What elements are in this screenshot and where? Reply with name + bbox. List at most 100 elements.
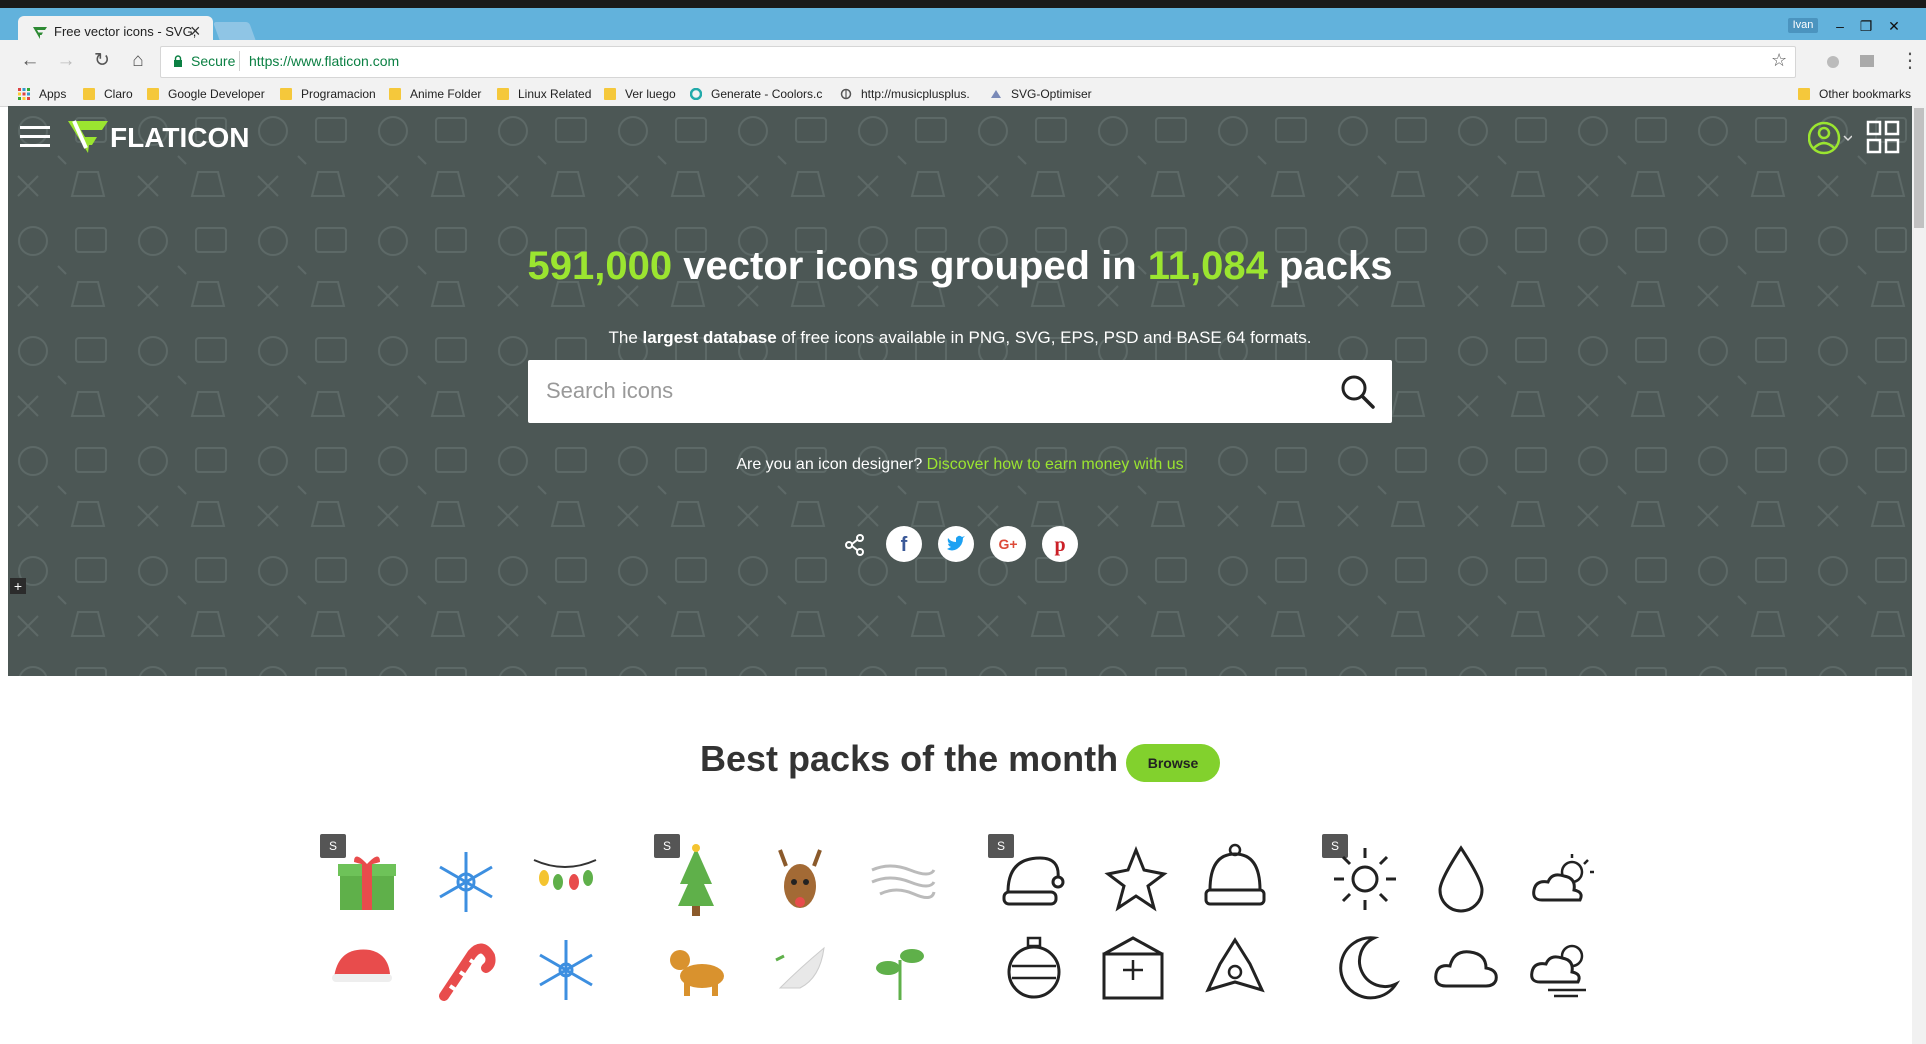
user-account-icon[interactable] <box>1808 120 1852 156</box>
home-icon[interactable]: ⌂ <box>126 50 150 72</box>
omnibox[interactable]: Secure https://www.flaticon.com ☆ <box>160 46 1796 78</box>
pinterest-share-button[interactable]: p <box>1042 526 1078 562</box>
bauble-icon[interactable] <box>1004 932 1064 1002</box>
coolors-icon <box>690 88 702 100</box>
headline-end: packs <box>1267 244 1393 288</box>
christmas-card-icon[interactable] <box>1100 934 1166 1002</box>
extension-cloud-icon[interactable] <box>1824 52 1842 70</box>
bookmark-apps[interactable]: Apps <box>18 82 66 106</box>
svg-optimiser-icon <box>991 90 1001 98</box>
bookmark-musicplusplus[interactable]: http://musicplusplus. <box>840 82 970 106</box>
partly-cloudy-icon[interactable] <box>1528 850 1598 910</box>
designer-prompt: Are you an icon designer? Discover how t… <box>8 456 1912 474</box>
scrollbar-thumb[interactable] <box>1914 108 1924 228</box>
address-bar-row: ← → ↻ ⌂ Secure https://www.flaticon.com … <box>0 40 1926 82</box>
bookmark-label: Anime Folder <box>410 87 482 101</box>
bookmark-folder-linux[interactable]: Linux Related <box>497 82 591 106</box>
reindeer-icon[interactable] <box>766 846 834 916</box>
bookmark-label: Google Developer <box>168 87 265 101</box>
earn-money-link[interactable]: Discover how to earn money with us <box>927 456 1184 473</box>
svg-text:p: p <box>1054 534 1065 556</box>
snowflake-icon[interactable] <box>534 938 598 1002</box>
extension-photo-icon[interactable] <box>1858 52 1876 70</box>
bookmark-folder-claro[interactable]: Claro <box>83 82 133 106</box>
bookmark-folder-google-developer[interactable]: Google Developer <box>147 82 265 106</box>
dove-icon[interactable] <box>770 938 834 1002</box>
flaticon-favicon-icon <box>33 27 47 39</box>
christmas-tree-icon[interactable] <box>676 844 716 918</box>
url-text[interactable]: https://www.flaticon.com <box>249 53 399 69</box>
cloudy-day-icon[interactable] <box>1528 934 1598 1000</box>
bookmark-star-icon[interactable]: ☆ <box>1771 50 1787 71</box>
folder-icon <box>83 88 95 100</box>
candy-cane-icon[interactable] <box>432 938 496 1002</box>
pack-count: 11,084 <box>1147 244 1268 288</box>
google-plus-icon: G+ <box>998 536 1017 552</box>
back-arrow-icon[interactable]: ← <box>18 50 42 72</box>
minimize-button[interactable]: – <box>1826 16 1854 36</box>
bookmark-label: Other bookmarks <box>1819 87 1912 101</box>
bookmark-folder-anime[interactable]: Anime Folder <box>389 82 481 106</box>
expand-plus-button[interactable]: + <box>10 578 26 594</box>
folder-icon <box>604 88 616 100</box>
santa-hat-icon[interactable] <box>330 944 394 988</box>
bookmark-other[interactable]: Other bookmarks <box>1798 82 1911 106</box>
plant-sprout-icon[interactable] <box>870 938 930 1002</box>
gift-icon[interactable] <box>336 850 398 912</box>
pinterest-icon: p <box>1054 534 1065 556</box>
close-window-button[interactable]: ✕ <box>1880 16 1908 36</box>
tab-close-icon[interactable]: × <box>190 21 201 42</box>
hamburger-menu-icon[interactable] <box>20 124 50 150</box>
folder-icon <box>389 88 401 100</box>
bookmark-coolors[interactable]: Generate - Coolors.c <box>690 82 822 106</box>
facebook-share-button[interactable]: f <box>886 526 922 562</box>
browser-menu-icon[interactable]: ⋮ <box>1900 48 1920 73</box>
bookmark-label: Generate - Coolors.c <box>711 87 823 101</box>
subline-before: The <box>608 328 643 347</box>
twitter-share-button[interactable] <box>938 526 974 562</box>
profile-badge[interactable]: Ivan <box>1788 18 1818 33</box>
moon-icon[interactable] <box>1334 934 1400 1002</box>
share-icon <box>845 534 864 556</box>
flaticon-logo[interactable]: FLATICON <box>66 116 266 156</box>
search-icon[interactable] <box>1340 374 1376 410</box>
url-divider <box>239 51 240 71</box>
page-scrollbar[interactable] <box>1912 106 1926 1044</box>
bookmarks-bar: Apps Claro Google Developer Programacion… <box>0 82 1926 107</box>
hero-section: FLATICON 591,000 vector icons grouped in… <box>8 106 1912 676</box>
dog-icon[interactable] <box>666 942 736 998</box>
svg-text:f: f <box>901 534 908 556</box>
hero-subline: The largest database of free icons avail… <box>8 328 1912 348</box>
browse-button[interactable]: Browse <box>1126 744 1220 782</box>
cloud-icon[interactable] <box>1432 944 1500 990</box>
restore-button[interactable]: ❐ <box>1852 16 1880 36</box>
snowflake-icon[interactable] <box>434 850 498 914</box>
holly-icon[interactable] <box>1202 934 1268 1000</box>
reload-icon[interactable]: ↻ <box>90 50 114 72</box>
lock-icon <box>174 55 182 67</box>
subline-bold: largest database <box>642 328 777 347</box>
beanie-icon[interactable] <box>1202 842 1268 912</box>
bookmark-folder-programacion[interactable]: Programacion <box>280 82 376 106</box>
water-drop-icon[interactable] <box>1436 844 1486 914</box>
flaticon-logo-icon <box>68 120 108 153</box>
star-ornament-icon[interactable] <box>1104 846 1168 912</box>
bookmark-label: Ver luego <box>625 87 676 101</box>
bookmark-label: http://musicplusplus. <box>861 87 970 101</box>
forward-arrow-icon[interactable]: → <box>54 50 78 72</box>
wind-icon[interactable] <box>870 862 936 902</box>
google-plus-share-button[interactable]: G+ <box>990 526 1026 562</box>
subline-after: of free icons available in PNG, SVG, EPS… <box>776 328 1312 347</box>
apps-grid-icon[interactable] <box>1866 120 1900 154</box>
winter-hat-icon[interactable] <box>1000 848 1066 910</box>
christmas-lights-icon[interactable] <box>532 856 598 896</box>
search-input[interactable] <box>546 370 1306 412</box>
packs-grid: S S S S <box>314 828 1614 1044</box>
sun-icon[interactable] <box>1332 846 1398 912</box>
bookmark-folder-ver-luego[interactable]: Ver luego <box>604 82 676 106</box>
search-box <box>528 360 1392 423</box>
bookmark-svg-optimiser[interactable]: SVG-Optimiser <box>990 82 1092 106</box>
icon-count: 591,000 <box>527 244 673 288</box>
bookmark-label: SVG-Optimiser <box>1011 87 1092 101</box>
logo-text: FLATICON <box>110 122 250 153</box>
